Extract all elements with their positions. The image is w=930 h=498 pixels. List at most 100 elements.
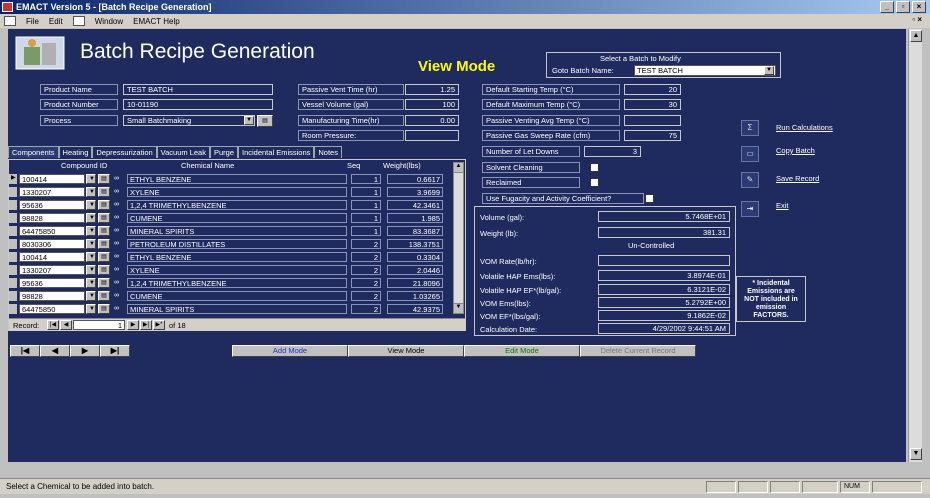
seq-cell[interactable]: 2 — [351, 291, 381, 301]
weight-cell[interactable]: 42.9375 — [387, 304, 443, 314]
compound-id-cell[interactable]: 1330207 — [19, 265, 85, 275]
tab-depressurization[interactable]: Depressurization — [92, 146, 157, 158]
document-icon[interactable] — [4, 16, 16, 26]
row-selector[interactable] — [9, 187, 17, 197]
last-record-icon[interactable]: ▶| — [140, 320, 152, 330]
product-name-field[interactable]: TEST BATCH — [123, 84, 273, 95]
compound-id-cell[interactable]: 8030306 — [19, 239, 85, 249]
mdi-controls[interactable]: ▫ × — [912, 15, 922, 24]
tab-notes[interactable]: Notes — [314, 146, 342, 158]
chevron-down-icon[interactable]: ▼ — [86, 187, 96, 197]
binoculars-icon[interactable]: ∞ — [112, 174, 124, 184]
row-selector[interactable] — [9, 213, 17, 223]
seq-cell[interactable]: 2 — [351, 252, 381, 262]
compound-id-cell[interactable]: 1330207 — [19, 187, 85, 197]
first-record-icon[interactable]: |◀ — [47, 320, 59, 330]
weight-cell[interactable]: 1.985 — [387, 213, 443, 223]
binoculars-icon[interactable]: ∞ — [112, 265, 124, 275]
chevron-down-icon[interactable]: ▼ — [764, 66, 774, 75]
lookup-icon[interactable]: ▤ — [98, 200, 110, 210]
menu-edit[interactable]: Edit — [49, 17, 63, 26]
weight-cell[interactable]: 21.8096 — [387, 278, 443, 288]
binoculars-icon[interactable]: ∞ — [112, 304, 124, 314]
passive-vent-field[interactable]: 1.25 — [405, 84, 459, 95]
chemical-name-cell[interactable]: 1,2,4 TRIMETHYLBENZENE — [127, 278, 347, 288]
passive-gas-sweep-field[interactable]: 75 — [624, 130, 681, 141]
compound-id-cell[interactable]: 98828 — [19, 291, 85, 301]
table-row[interactable]: 1330207 ▼ ▤ ∞ XYLENE 2 2.0446 — [9, 264, 455, 276]
chemical-name-cell[interactable]: ETHYL BENZENE — [127, 252, 347, 262]
table-row[interactable]: 64475850 ▼ ▤ ∞ MINERAL SPIRITS 1 83.3687 — [9, 225, 455, 237]
lookup-icon[interactable]: ▤ — [98, 304, 110, 314]
passive-venting-temp-field[interactable] — [624, 115, 681, 126]
scroll-down-arrow[interactable]: ▼ — [910, 448, 922, 460]
row-selector[interactable] — [9, 278, 17, 288]
lookup-icon[interactable]: ▤ — [98, 187, 110, 197]
row-selector[interactable] — [9, 226, 17, 236]
chemical-name-cell[interactable]: MINERAL SPIRITS — [127, 226, 347, 236]
row-selector[interactable] — [9, 304, 17, 314]
scroll-up-arrow[interactable]: ▲ — [910, 30, 922, 42]
compound-id-cell[interactable]: 64475850 — [19, 304, 85, 314]
fugacity-checkbox[interactable] — [645, 194, 654, 203]
grid-scroll-up-icon[interactable]: ▲ — [454, 163, 463, 173]
copy-batch-button[interactable]: Copy Batch — [776, 146, 815, 155]
lookup-icon[interactable]: ▤ — [98, 213, 110, 223]
weight-cell[interactable]: 1.03265 — [387, 291, 443, 301]
compound-id-cell[interactable]: 95636 — [19, 278, 85, 288]
binoculars-icon[interactable]: ∞ — [112, 252, 124, 262]
exit-button[interactable]: Exit — [776, 201, 789, 210]
grid-scroll-down-icon[interactable]: ▼ — [454, 303, 463, 313]
chemical-name-cell[interactable]: CUMENE — [127, 291, 347, 301]
compound-id-cell[interactable]: 95636 — [19, 200, 85, 210]
reclaimed-checkbox[interactable] — [590, 178, 599, 187]
menu-file[interactable]: File — [26, 17, 39, 26]
chevron-down-icon[interactable]: ▼ — [86, 174, 96, 184]
compound-id-cell[interactable]: 98828 — [19, 213, 85, 223]
seq-cell[interactable]: 1 — [351, 213, 381, 223]
exit-door-icon[interactable]: ⇥ — [741, 201, 759, 217]
row-selector[interactable] — [9, 239, 17, 249]
seq-cell[interactable]: 2 — [351, 265, 381, 275]
table-row[interactable]: 100414 ▼ ▤ ∞ ETHYL BENZENE 2 0.3304 — [9, 251, 455, 263]
binoculars-icon[interactable]: ∞ — [112, 200, 124, 210]
weight-cell[interactable]: 2.0446 — [387, 265, 443, 275]
seq-cell[interactable]: 1 — [351, 226, 381, 236]
table-row[interactable]: 98828 ▼ ▤ ∞ CUMENE 1 1.985 — [9, 212, 455, 224]
row-selector[interactable] — [9, 265, 17, 275]
product-number-field[interactable]: 10-01190 — [123, 99, 273, 110]
row-selector[interactable] — [9, 252, 17, 262]
weight-cell[interactable]: 0.3304 — [387, 252, 443, 262]
tab-components[interactable]: Components — [8, 146, 59, 158]
table-row[interactable]: 95636 ▼ ▤ ∞ 1,2,4 TRIMETHYLBENZENE 2 21.8096 — [9, 277, 455, 289]
delete-record-button[interactable]: Delete Current Record — [580, 345, 696, 357]
solvent-cleaning-checkbox[interactable] — [590, 163, 599, 172]
seq-cell[interactable]: 1 — [351, 200, 381, 210]
weight-cell[interactable]: 42.3461 — [387, 200, 443, 210]
prev-record-icon[interactable]: ◀ — [60, 320, 72, 330]
weight-cell[interactable]: 0.6617 — [387, 174, 443, 184]
chevron-down-icon[interactable]: ▼ — [86, 265, 96, 275]
compound-id-cell[interactable]: 64475850 — [19, 226, 85, 236]
chevron-down-icon[interactable]: ▼ — [244, 116, 254, 125]
chevron-down-icon[interactable]: ▼ — [86, 278, 96, 288]
process-select[interactable]: Small Batchmaking — [123, 115, 255, 126]
save-record-button[interactable]: Save Record — [776, 174, 819, 183]
binoculars-icon[interactable]: ∞ — [112, 213, 124, 223]
tab-incidental-emissions[interactable]: Incidental Emissions — [238, 146, 315, 158]
default-starting-temp-field[interactable]: 20 — [624, 84, 681, 95]
row-selector[interactable] — [9, 291, 17, 301]
chevron-down-icon[interactable]: ▼ — [86, 239, 96, 249]
binoculars-icon[interactable]: ∞ — [112, 187, 124, 197]
chemical-name-cell[interactable]: PETROLEUM DISTILLATES — [127, 239, 347, 249]
restore-button[interactable]: ▫ — [896, 1, 910, 13]
menu-help[interactable]: EMACT Help — [133, 17, 180, 26]
last-record-button[interactable]: ▶| — [100, 345, 130, 357]
prev-record-button[interactable]: ◀ — [40, 345, 70, 357]
new-record-icon[interactable]: ▶* — [153, 320, 165, 330]
default-max-temp-field[interactable]: 30 — [624, 99, 681, 110]
table-row[interactable]: 64475850 ▼ ▤ ∞ MINERAL SPIRITS 2 42.9375 — [9, 303, 455, 315]
row-selector[interactable]: ▶ — [9, 174, 17, 184]
table-row[interactable]: 1330207 ▼ ▤ ∞ XYLENE 1 3.9699 — [9, 186, 455, 198]
weight-cell[interactable]: 138.3751 — [387, 239, 443, 249]
